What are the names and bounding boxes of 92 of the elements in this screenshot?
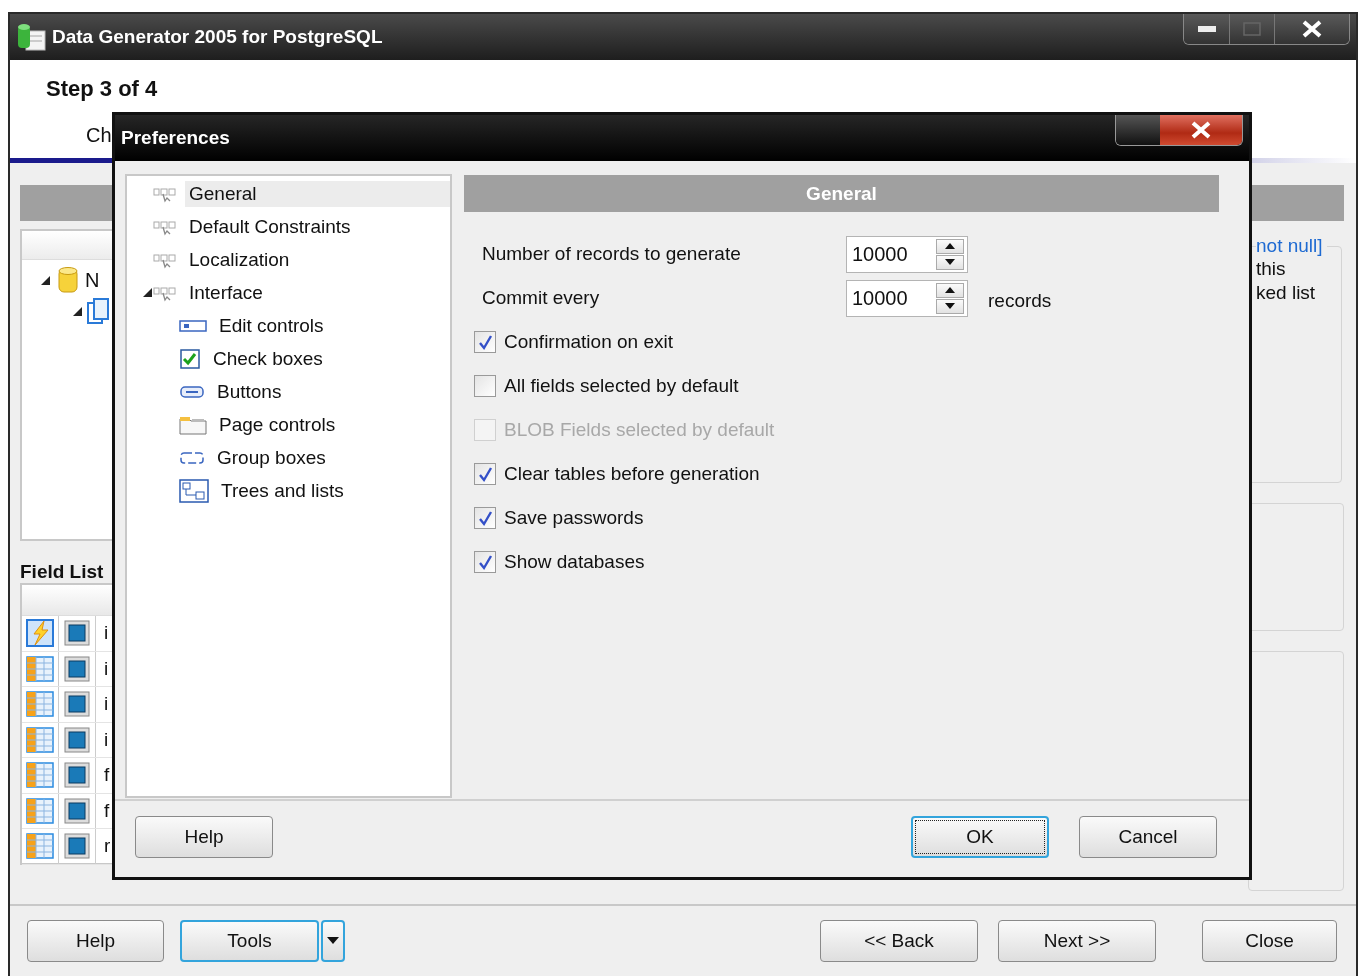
group-box-icon (179, 450, 205, 465)
description-text: this (1255, 257, 1287, 281)
footer-button[interactable]: Help (27, 920, 164, 962)
button-icon (179, 385, 205, 398)
table-cell-text: f (103, 764, 110, 787)
footer-button[interactable]: Tools (180, 920, 319, 962)
group-title: not null] (1256, 235, 1324, 257)
checkbox[interactable] (474, 463, 496, 485)
table-icon (26, 833, 54, 860)
tree-list-icon (179, 478, 209, 503)
maximize-icon (1243, 22, 1261, 36)
field-label: Number of records to generate (481, 243, 742, 265)
folder-icon (179, 414, 207, 435)
spin-up-button[interactable] (936, 238, 964, 254)
tree-item[interactable]: Trees and lists (217, 477, 348, 504)
minimize-icon (1197, 26, 1216, 32)
step-description: Ch (86, 124, 112, 147)
checkbox[interactable] (474, 375, 496, 397)
checkbox-label: Save passwords (504, 507, 644, 529)
dialog-button[interactable]: OK (911, 816, 1049, 858)
tree-item[interactable]: Page controls (215, 411, 340, 438)
number-field[interactable]: 10000 (846, 235, 968, 273)
dialog-button[interactable]: Help (135, 816, 273, 858)
table-icon (26, 797, 54, 824)
number-field[interactable]: 10000 (846, 279, 968, 317)
dialog-title: Preferences (121, 127, 231, 149)
tree-item[interactable]: Group boxes (213, 444, 330, 471)
checkbox[interactable] (474, 507, 496, 529)
table-icon (26, 691, 54, 718)
tree-item[interactable]: Buttons (213, 378, 286, 405)
dropdown-arrow-icon (327, 937, 339, 945)
table-icon (26, 762, 54, 789)
database-icon (16, 23, 46, 51)
tree-item[interactable]: Check boxes (209, 345, 327, 372)
window-title: Data Generator 2005 for PostgreSQL (52, 26, 384, 48)
table-icon (26, 726, 54, 753)
spin-down-button[interactable] (936, 254, 964, 270)
footer-button[interactable]: Next >> (998, 920, 1156, 962)
spin-down-button[interactable] (936, 298, 964, 314)
document-icon (87, 298, 109, 324)
table-cell-text: i (103, 693, 109, 716)
close-icon (1301, 20, 1323, 38)
tree-item[interactable]: General (185, 180, 450, 207)
checkbox-label: BLOB Fields selected by default (504, 419, 775, 441)
checkbox[interactable] (474, 551, 496, 573)
square-icon (64, 797, 90, 824)
tree-node[interactable]: N (85, 268, 100, 292)
square-icon (64, 762, 90, 789)
dropdown-button[interactable] (321, 920, 345, 962)
tree-item[interactable]: Edit controls (215, 312, 328, 339)
square-icon (64, 726, 90, 753)
down-arrow-icon (945, 303, 955, 309)
square-icon (64, 620, 90, 647)
close-button[interactable] (1274, 14, 1349, 44)
step-title: Step 3 of 4 (45, 75, 159, 102)
spin-up-button[interactable] (936, 282, 964, 298)
table-cell-text: i (103, 657, 109, 680)
up-arrow-icon (945, 243, 955, 249)
checkbox-label: Confirmation on exit (504, 331, 673, 353)
checkbox-label: Show databases (504, 551, 645, 573)
section-label: Field List (20, 561, 104, 583)
dialog-button[interactable]: Cancel (1079, 816, 1217, 858)
checkbox[interactable] (474, 331, 496, 353)
description-text: ked list (1255, 281, 1317, 305)
table-cell-text: i (103, 622, 109, 645)
checkbox-icon (179, 348, 201, 369)
checkbox-label: Clear tables before generation (504, 463, 760, 485)
checkbox-label: All fields selected by default (504, 375, 739, 397)
footer-button[interactable]: Close (1202, 920, 1337, 962)
expanded-arrow-icon (72, 305, 83, 317)
square-icon (64, 691, 90, 718)
table-cell-text: i (103, 728, 109, 751)
tree-item[interactable]: Localization (185, 246, 294, 273)
table-icon (26, 655, 54, 682)
square-icon (64, 833, 90, 860)
up-arrow-icon (945, 287, 955, 293)
footer-button[interactable]: << Back (820, 920, 978, 962)
cylinder-icon (57, 266, 79, 294)
table-cell-text: f (103, 799, 110, 822)
tree-item[interactable]: Default Constraints (185, 213, 355, 240)
unit-label: records (988, 289, 1052, 312)
minimize-button[interactable] (1184, 14, 1229, 44)
lightning-grid-icon (26, 619, 54, 648)
field-label: Commit every (481, 287, 601, 309)
close-icon (1190, 121, 1212, 139)
text-field-icon (179, 318, 207, 333)
section-header: General (464, 175, 1219, 212)
tree-item[interactable]: Interface (185, 279, 267, 306)
table-cell-text: r (103, 835, 111, 858)
down-arrow-icon (945, 259, 955, 265)
close-button[interactable] (1160, 115, 1242, 145)
square-icon (64, 655, 90, 682)
